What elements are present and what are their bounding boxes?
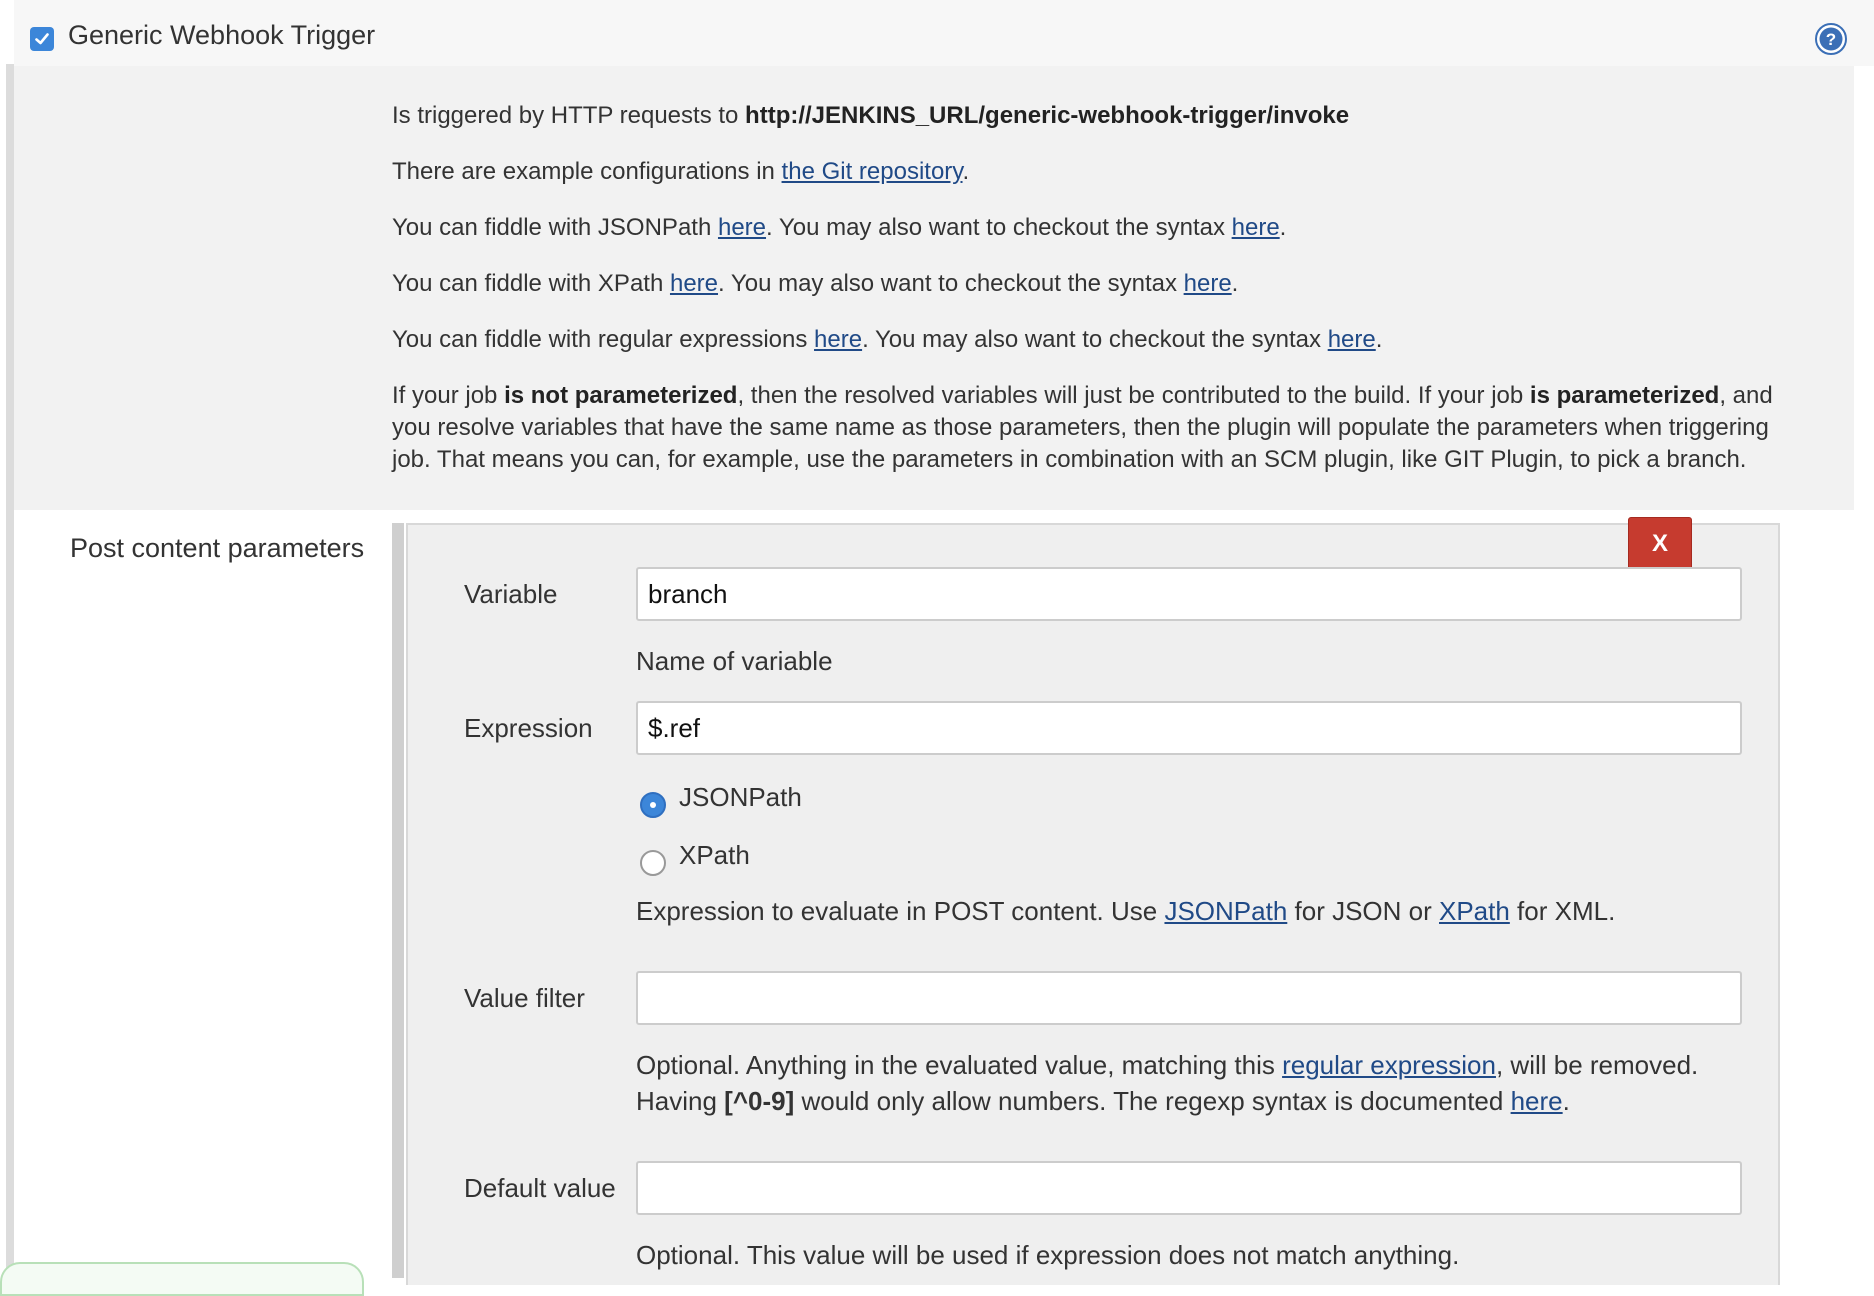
expression-label: Expression	[464, 713, 593, 743]
xpath-syntax-text: . You may also want to checkout the synt…	[718, 270, 1184, 297]
jsonpath-syntax-text: . You may also want to checkout the synt…	[766, 214, 1232, 241]
delete-parameter-button[interactable]: X	[1628, 517, 1692, 571]
xpath-fiddle-link[interactable]: here	[670, 270, 718, 297]
bottom-panel-tab[interactable]	[0, 1262, 364, 1296]
invoke-url-prefix: Is triggered by HTTP requests to	[392, 102, 746, 129]
trigger-description: Is triggered by HTTP requests to http://…	[392, 100, 1792, 500]
expression-hint: Expression to evaluate in POST content. …	[636, 893, 1756, 929]
variable-label: Variable	[464, 579, 558, 609]
regex-syntax-text: . You may also want to checkout the synt…	[862, 326, 1328, 353]
jsonpath-radio[interactable]	[640, 792, 666, 818]
xpath-radio[interactable]	[640, 850, 666, 876]
git-repository-link[interactable]: the Git repository	[782, 158, 963, 185]
regex-fiddle-link[interactable]: here	[814, 326, 862, 353]
variable-hint: Name of variable	[636, 646, 833, 676]
period: .	[1231, 270, 1239, 297]
expression-input[interactable]	[636, 701, 1742, 755]
svg-text:?: ?	[1826, 30, 1836, 49]
jsonpath-fiddle-link[interactable]: here	[718, 214, 766, 241]
jsonpath-syntax-link[interactable]: here	[1232, 214, 1280, 241]
jsonpath-radio-label[interactable]: JSONPath	[679, 782, 802, 813]
filter-hint-text-1: Optional. Anything in the evaluated valu…	[636, 1050, 1283, 1080]
default-value-input[interactable]	[636, 1161, 1742, 1215]
param-text-2: , then the resolved variables will just …	[737, 382, 1530, 409]
examples-line: There are example configurations in the …	[392, 156, 1792, 188]
jsonpath-fiddle-prefix: You can fiddle with JSONPath	[392, 214, 718, 241]
examples-suffix: .	[962, 158, 970, 185]
section-rail	[6, 64, 14, 1278]
repeatable-bar	[392, 523, 404, 1278]
expression-hint-text-3: for XML.	[1509, 896, 1616, 926]
regex-syntax-link[interactable]: here	[1328, 326, 1376, 353]
regexp-syntax-link[interactable]: here	[1511, 1086, 1563, 1116]
trigger-header: Generic Webhook Trigger ?	[14, 0, 1874, 66]
param-text-1: If your job	[392, 382, 505, 409]
xpath-fiddle-line: You can fiddle with XPath here. You may …	[392, 268, 1792, 300]
xpath-radio-label[interactable]: XPath	[679, 840, 750, 871]
variable-input[interactable]	[636, 567, 1742, 621]
regex-fiddle-prefix: You can fiddle with regular expressions	[392, 326, 815, 353]
filter-hint-example: [^0-9]	[724, 1086, 795, 1116]
generic-webhook-trigger-checkbox[interactable]	[30, 27, 54, 51]
invoke-url: http://JENKINS_URL/generic-webhook-trigg…	[745, 102, 1350, 129]
filter-hint-text-3: would only allow numbers. The regexp syn…	[794, 1086, 1511, 1116]
question-circle-icon[interactable]: ?	[1814, 22, 1848, 56]
value-filter-label: Value filter	[464, 983, 585, 1013]
examples-prefix: There are example configurations in	[392, 158, 782, 185]
xpath-fiddle-prefix: You can fiddle with XPath	[392, 270, 670, 297]
default-value-hint: Optional. This value will be used if exp…	[636, 1240, 1460, 1270]
checkmark-icon	[35, 33, 49, 45]
param-bold-1: is not parameterized	[504, 382, 738, 409]
jsonpath-doc-link[interactable]: JSONPath	[1164, 896, 1287, 926]
default-value-label: Default value	[464, 1173, 616, 1203]
period: .	[1279, 214, 1287, 241]
trigger-title: Generic Webhook Trigger	[68, 20, 376, 50]
regex-fiddle-line: You can fiddle with regular expressions …	[392, 324, 1792, 356]
expression-hint-text-2: for JSON or	[1287, 896, 1439, 926]
filter-hint-end: .	[1562, 1086, 1570, 1116]
regular-expression-link[interactable]: regular expression	[1282, 1050, 1496, 1080]
post-content-parameters-label: Post content parameters	[70, 533, 365, 563]
value-filter-input[interactable]	[636, 971, 1742, 1025]
invoke-url-line: Is triggered by HTTP requests to http://…	[392, 100, 1792, 132]
param-bold-2: is parameterized	[1529, 382, 1720, 409]
value-filter-hint: Optional. Anything in the evaluated valu…	[636, 1047, 1756, 1119]
xpath-syntax-link[interactable]: here	[1184, 270, 1232, 297]
expression-hint-text-1: Expression to evaluate in POST content. …	[636, 896, 1165, 926]
parameterized-explanation: If your job is not parameterized, then t…	[392, 380, 1792, 476]
xpath-doc-link[interactable]: XPath	[1439, 896, 1510, 926]
jsonpath-fiddle-line: You can fiddle with JSONPath here. You m…	[392, 212, 1792, 244]
period: .	[1375, 326, 1383, 353]
